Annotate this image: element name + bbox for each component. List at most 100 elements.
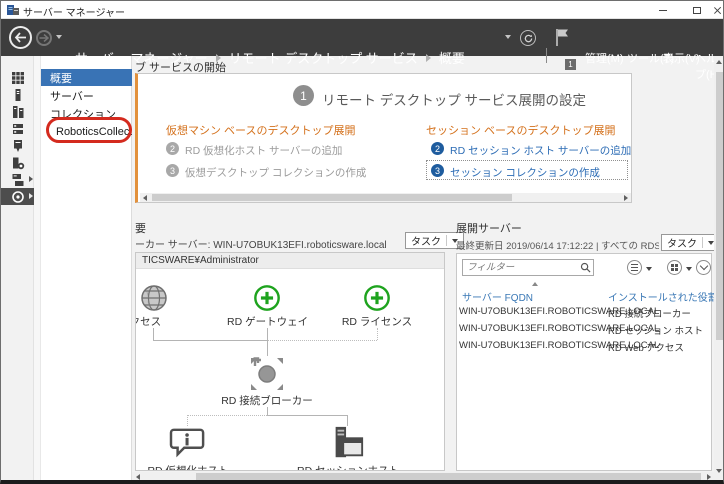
connector-line xyxy=(153,328,154,340)
scrollbar-thumb[interactable] xyxy=(196,473,701,480)
rd-session-host-label: RD セッションホスト xyxy=(297,463,397,471)
quickstart-horizontal-scrollbar[interactable] xyxy=(140,193,631,202)
sidebar-item-servers[interactable]: サーバー xyxy=(41,87,132,104)
deployment-servers-title: 展開サーバー xyxy=(456,220,522,236)
column-header-fqdn[interactable]: サーバー FQDN xyxy=(462,289,533,304)
remote-desktop-services-icon[interactable] xyxy=(1,188,34,205)
navigation-bar: サーバー マネージャー リモート デスクトップ サービス 概要 1 管理(M) … xyxy=(1,19,723,56)
grouping-dropdown-icon[interactable] xyxy=(686,267,692,271)
scrollbar-thumb[interactable] xyxy=(716,72,724,340)
query-list-button[interactable] xyxy=(627,260,642,275)
dashboard-icon[interactable] xyxy=(1,69,34,86)
session-step2-circle: 2 xyxy=(431,142,444,155)
query-dropdown-icon[interactable] xyxy=(646,267,652,271)
scroll-right-icon[interactable] xyxy=(707,474,711,480)
session-step3-link[interactable]: セッション コレクションの作成 xyxy=(450,165,600,180)
button-divider xyxy=(446,235,447,246)
breadcrumb-rds[interactable]: リモート デスクトップ サービス xyxy=(229,48,418,67)
scrollbar-thumb[interactable] xyxy=(152,194,512,201)
history-dropdown-icon[interactable] xyxy=(56,35,62,39)
forward-button[interactable] xyxy=(36,30,52,46)
overview-diagram-box: TICSWARE¥Administrator b アクセス RD ゲートウェイ … xyxy=(135,252,445,471)
back-button[interactable] xyxy=(9,26,32,49)
server-manager-window: サーバー マネージャー サーバー マネージャー リモート デスクトップ サービス… xyxy=(0,0,724,484)
minimize-button[interactable] xyxy=(650,1,676,19)
server-groups-icon[interactable] xyxy=(1,154,34,171)
connector-line xyxy=(267,328,268,340)
connector-line-dotted xyxy=(187,415,267,416)
sort-ascending-icon xyxy=(532,282,538,286)
connector-line xyxy=(267,407,268,415)
deployment-servers-box xyxy=(456,253,712,471)
rd-gateway-label: RD ゲートウェイ xyxy=(227,314,307,329)
sidebar-item-overview[interactable]: 概要 xyxy=(41,69,132,86)
connector-line xyxy=(267,340,268,356)
grouping-button[interactable] xyxy=(667,260,682,275)
filter-input[interactable] xyxy=(462,259,594,276)
connector-line xyxy=(153,340,267,341)
servers-tasks-button[interactable]: タスク xyxy=(661,234,720,251)
table-row-role[interactable]: RD 接続ブローカー xyxy=(608,306,691,320)
collapse-button[interactable] xyxy=(696,260,711,275)
close-button[interactable] xyxy=(704,1,724,19)
connector-line-dotted xyxy=(267,340,377,341)
session-deployment-heading: セッション ベースのデスクトップ展開 xyxy=(426,122,616,138)
refresh-icon xyxy=(524,34,533,43)
rd-gateway-add-icon[interactable] xyxy=(253,284,281,312)
list-icon xyxy=(631,264,638,271)
breadcrumb-overview[interactable]: 概要 xyxy=(439,48,465,67)
connector-line-dotted xyxy=(187,415,188,426)
rd-connection-broker-icon[interactable] xyxy=(249,356,285,392)
scroll-left-icon[interactable] xyxy=(143,195,147,201)
annotation-red-highlight xyxy=(46,117,132,143)
certificates-icon[interactable] xyxy=(1,137,34,154)
table-row-role[interactable]: RD Web アクセス xyxy=(608,340,684,354)
scroll-down-icon[interactable] xyxy=(716,469,722,473)
expand-arrow-icon xyxy=(29,176,33,182)
rd-licensing-label: RD ライセンス xyxy=(337,314,417,329)
all-servers-icon[interactable] xyxy=(1,103,34,120)
role-services-icon[interactable] xyxy=(1,120,34,137)
session-step3-circle: 3 xyxy=(431,164,444,177)
menu-manage[interactable]: 管理(M) xyxy=(585,50,624,66)
rd-licensing-add-icon[interactable] xyxy=(363,284,391,312)
step1-title: リモート デスクトップ サービス展開の設定 xyxy=(322,89,586,109)
breadcrumb-separator-icon xyxy=(426,54,431,62)
maximize-icon xyxy=(693,7,701,14)
quickstart-panel: 1 リモート デスクトップ サービス展開の設定 仮想マシン ベースのデスクトップ… xyxy=(135,73,632,203)
breadcrumb-overflow-icon[interactable] xyxy=(505,35,511,39)
rd-connection-broker-label: RD 接続ブローカー xyxy=(217,393,317,408)
vm-deployment-heading: 仮想マシン ベースのデスクトップ展開 xyxy=(166,122,356,138)
user-strip: TICSWARE¥Administrator xyxy=(136,253,444,269)
expand-arrow-icon xyxy=(29,193,33,199)
rd-virtualization-host-icon[interactable] xyxy=(169,427,207,461)
tasks-label: タスク xyxy=(667,235,697,250)
step1-circle: 1 xyxy=(293,85,314,106)
tasks-label: タスク xyxy=(411,233,441,248)
scroll-up-icon[interactable] xyxy=(716,60,722,64)
notification-count-badge[interactable]: 1 xyxy=(565,59,576,70)
vm-step2-circle: 2 xyxy=(166,142,179,155)
nav-gutter xyxy=(34,56,41,481)
rd-web-access-globe-icon[interactable] xyxy=(140,284,168,312)
session-step2-link[interactable]: RD セッション ホスト サーバーの追加 xyxy=(450,143,631,158)
column-header-role-services[interactable]: インストールされた役割サービス xyxy=(608,289,724,304)
rd-session-host-icon[interactable] xyxy=(328,425,366,461)
search-icon xyxy=(580,262,591,273)
local-server-icon[interactable] xyxy=(1,86,34,103)
rd-web-access-label: b アクセス xyxy=(135,314,168,329)
vertical-scrollbar[interactable] xyxy=(714,56,724,481)
scroll-right-icon[interactable] xyxy=(624,195,628,201)
file-and-storage-services-icon[interactable] xyxy=(1,171,34,188)
forward-arrow-icon xyxy=(39,34,49,42)
app-icon xyxy=(7,4,19,16)
refresh-button[interactable] xyxy=(520,30,536,46)
vm-step2-label: RD 仮想化ホスト サーバーの追加 xyxy=(185,143,342,158)
scroll-left-icon[interactable] xyxy=(136,474,140,480)
button-divider xyxy=(702,237,703,248)
notifications-flag-icon[interactable] xyxy=(555,28,572,47)
connector-line xyxy=(267,415,347,416)
table-row-role[interactable]: RD セッション ホスト xyxy=(608,323,703,337)
minimize-icon xyxy=(659,10,667,11)
horizontal-scrollbar[interactable] xyxy=(132,472,714,481)
